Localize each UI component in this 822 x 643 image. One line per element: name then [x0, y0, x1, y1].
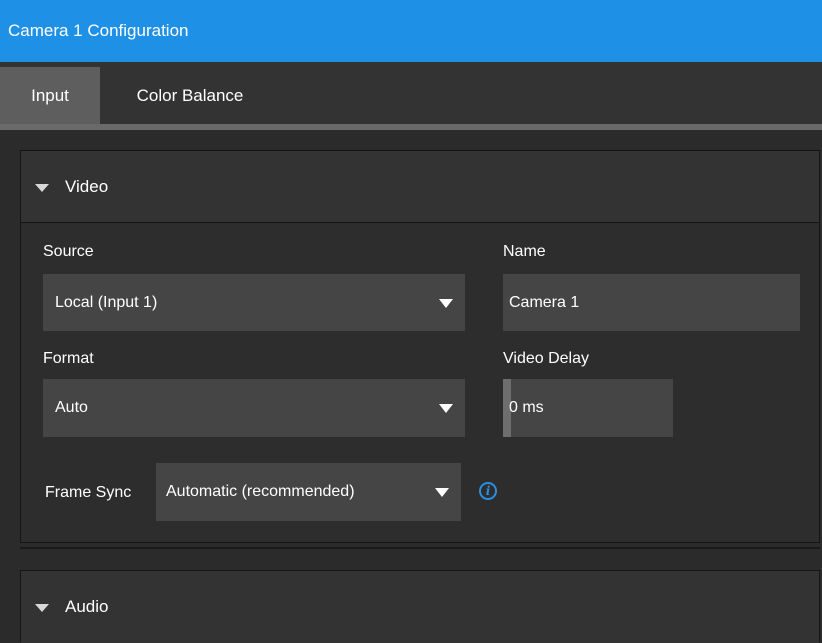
- video-delay-value: 0 ms: [509, 399, 544, 416]
- caret-down-icon: [439, 298, 453, 308]
- tab-color-balance[interactable]: Color Balance: [100, 67, 280, 124]
- audio-section-header[interactable]: Audio: [21, 571, 819, 643]
- window-title-bar: Camera 1 Configuration: [0, 0, 822, 62]
- tab-strip: Input Color Balance: [0, 62, 822, 124]
- source-label: Source: [43, 243, 94, 260]
- frame-sync-label: Frame Sync: [45, 484, 132, 501]
- video-delay-label: Video Delay: [503, 350, 589, 367]
- tab-color-balance-label: Color Balance: [136, 85, 244, 105]
- info-icon[interactable]: i: [479, 482, 497, 500]
- video-delay-slider-field[interactable]: 0 ms: [503, 379, 673, 437]
- window-title: Camera 1 Configuration: [8, 21, 189, 40]
- source-value: Local (Input 1): [55, 293, 158, 311]
- name-label: Name: [503, 243, 546, 260]
- caret-down-icon: [439, 404, 453, 413]
- caret-down-icon: [435, 488, 449, 497]
- frame-sync-dropdown[interactable]: Automatic (recommended): [156, 463, 461, 521]
- audio-section: Audio: [20, 570, 820, 643]
- video-section-title: Video: [65, 176, 109, 196]
- name-field[interactable]: Camera 1: [503, 274, 800, 331]
- name-value: Camera 1: [509, 293, 580, 311]
- frame-sync-value: Automatic (recommended): [166, 483, 355, 500]
- triangle-down-icon: [35, 604, 49, 612]
- audio-section-title: Audio: [65, 597, 109, 616]
- triangle-down-icon: [35, 183, 49, 192]
- source-dropdown[interactable]: Local (Input 1): [43, 274, 465, 331]
- format-dropdown[interactable]: Auto: [43, 379, 465, 437]
- video-section: Video Source Local (Input 1) Name Camera…: [20, 150, 820, 543]
- video-section-header[interactable]: Video: [21, 151, 819, 223]
- section-divider: [20, 547, 820, 549]
- tab-input-label: Input: [31, 85, 69, 105]
- format-value: Auto: [55, 399, 88, 416]
- tab-content: Video Source Local (Input 1) Name Camera…: [0, 130, 822, 643]
- format-label: Format: [43, 350, 94, 367]
- tab-input[interactable]: Input: [0, 67, 100, 124]
